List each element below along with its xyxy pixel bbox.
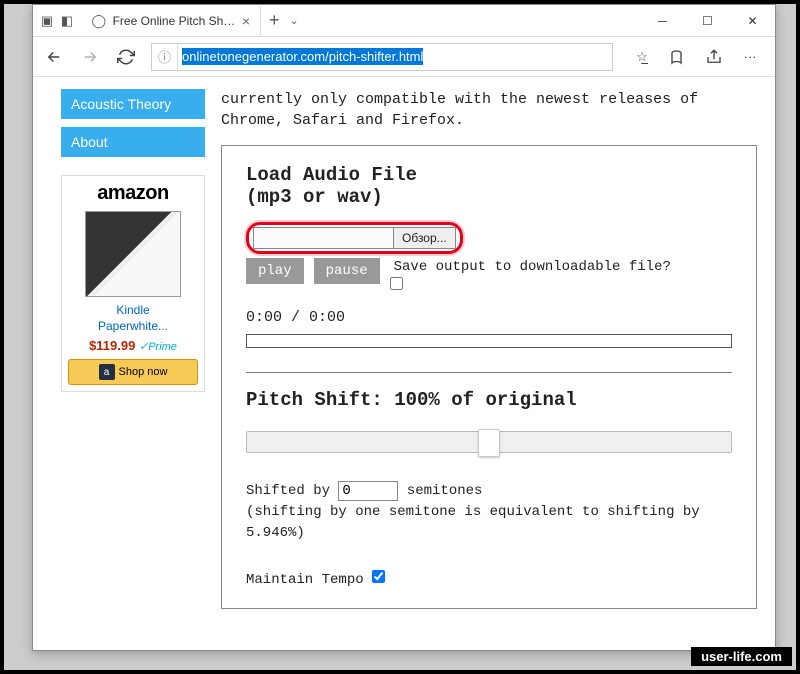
pitch-slider[interactable]	[246, 431, 732, 453]
close-window-button[interactable]: ✕	[730, 5, 775, 37]
ad-price: $119.99	[89, 338, 135, 353]
share-button[interactable]	[703, 46, 725, 68]
new-tab-button[interactable]: +	[269, 10, 280, 31]
address-bar[interactable]: ⓘ onlinetonegenerator.com/pitch-shifter.…	[151, 43, 613, 71]
file-input[interactable]: Обзор...	[253, 227, 456, 249]
load-audio-heading: Load Audio File (mp3 or wav)	[246, 164, 732, 208]
prime-badge: ✓Prime	[139, 341, 177, 353]
main-content: currently only compatible with the newes…	[221, 89, 757, 642]
semitone-input[interactable]	[338, 481, 398, 501]
maximize-button[interactable]: ☐	[685, 5, 730, 37]
divider	[246, 372, 732, 373]
pitch-shifter-panel: Load Audio File (mp3 or wav) Обзор... pl…	[221, 145, 757, 609]
amazon-icon: a	[99, 364, 115, 380]
intro-text: currently only compatible with the newes…	[221, 89, 757, 131]
reading-list-button[interactable]	[667, 46, 689, 68]
minimize-button[interactable]: ─	[640, 5, 685, 37]
watermark: user-life.com	[691, 647, 792, 666]
file-path-field[interactable]	[253, 227, 393, 249]
close-icon[interactable]: ×	[242, 14, 250, 28]
save-output-checkbox[interactable]	[390, 277, 403, 290]
save-output-label: Save output to downloadable file?	[394, 259, 671, 275]
favorites-button[interactable]: ☆̲	[631, 46, 653, 68]
ad-product-image	[85, 211, 181, 297]
site-favicon-icon: ◯	[91, 13, 107, 29]
sidebar: Acoustic Theory About amazon KindlePaper…	[61, 89, 205, 642]
time-display: 0:00 / 0:00	[246, 309, 732, 326]
maintain-tempo-label: Maintain Tempo	[246, 572, 364, 588]
tab-preview-icon[interactable]: ▣	[39, 13, 55, 29]
ad-product-link[interactable]: KindlePaperwhite...	[68, 303, 198, 334]
browser-tab[interactable]: ◯ Free Online Pitch Shifte ×	[81, 6, 261, 36]
chevron-down-icon[interactable]: ⌄	[290, 14, 299, 27]
sidebar-item-about[interactable]: About	[61, 127, 205, 157]
tab-title: Free Online Pitch Shifte	[113, 14, 236, 28]
maintain-tempo-checkbox[interactable]	[372, 570, 385, 583]
refresh-button[interactable]	[115, 46, 137, 68]
pitch-shift-heading: Pitch Shift: 100% of original	[246, 389, 732, 411]
more-button[interactable]: ···	[739, 46, 761, 68]
tab-aside-icon[interactable]: ◧	[59, 13, 75, 29]
forward-button[interactable]	[79, 46, 101, 68]
semitone-note: (shifting by one semitone is equivalent …	[246, 504, 700, 541]
back-button[interactable]	[43, 46, 65, 68]
browse-button[interactable]: Обзор...	[393, 227, 456, 249]
titlebar: ▣ ◧ ◯ Free Online Pitch Shifte × + ⌄ ─ ☐…	[33, 5, 775, 37]
annotation-highlight: Обзор...	[246, 222, 463, 254]
browser-window: ▣ ◧ ◯ Free Online Pitch Shifte × + ⌄ ─ ☐…	[32, 4, 776, 651]
amazon-logo: amazon	[68, 182, 198, 205]
sidebar-item-acoustic-theory[interactable]: Acoustic Theory	[61, 89, 205, 119]
advertisement[interactable]: amazon KindlePaperwhite... $119.99 ✓Prim…	[61, 175, 205, 392]
audio-progress-bar[interactable]	[246, 334, 732, 348]
shop-now-button[interactable]: a Shop now	[68, 359, 198, 385]
pause-button[interactable]: pause	[314, 258, 380, 284]
play-button[interactable]: play	[246, 258, 304, 284]
slider-thumb[interactable]	[478, 429, 500, 457]
url-text: onlinetonegenerator.com/pitch-shifter.ht…	[178, 49, 612, 64]
toolbar: ⓘ onlinetonegenerator.com/pitch-shifter.…	[33, 37, 775, 77]
semitone-suffix: semitones	[407, 483, 483, 499]
site-info-icon[interactable]: ⓘ	[152, 44, 178, 70]
semitone-prefix: Shifted by	[246, 483, 330, 499]
